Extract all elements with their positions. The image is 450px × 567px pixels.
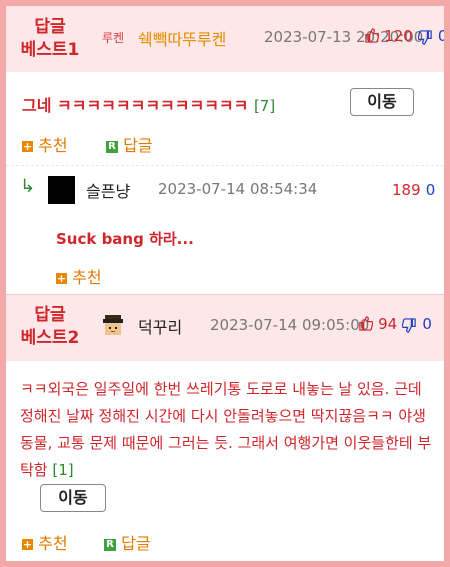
thumbs-down-icon[interactable]	[417, 26, 438, 45]
thumbs-up-icon[interactable]	[358, 314, 378, 333]
reply-button[interactable]: R 답글	[104, 530, 151, 554]
downvote-count: 0	[425, 181, 436, 199]
comment-panel: 답글 베스트1 루켄 쉑빽따뚜루켄 2023-07-13 20:20:00 12…	[0, 0, 450, 567]
move-button[interactable]: 이동	[40, 484, 106, 512]
best2-badge: 답글 베스트2	[20, 305, 80, 348]
best1-badge: 답글 베스트1	[20, 17, 80, 60]
comment-date: 2023-07-14 08:54:34	[158, 180, 318, 198]
reply-count-link[interactable]: [7]	[254, 97, 275, 115]
reply-count-link[interactable]: [1]	[52, 461, 73, 479]
downvote-count: 0	[422, 315, 432, 333]
comment-date: 2023-07-14 09:05:00	[210, 316, 370, 334]
vote-counts: 189 0	[392, 180, 435, 199]
plus-icon: +	[22, 538, 33, 551]
reply-button[interactable]: R 답글	[106, 132, 153, 156]
reply-arrow-icon: ↳	[20, 176, 36, 197]
recommend-button[interactable]: + 추천	[56, 264, 102, 288]
reply-badge-icon: R	[106, 140, 118, 153]
svg-text:루켄: 루켄	[102, 31, 124, 45]
nickname[interactable]: 슬픈냥	[86, 178, 130, 202]
move-button[interactable]: 이동	[350, 88, 414, 116]
thumbs-down-icon[interactable]	[401, 314, 422, 333]
upvote-count: 94	[378, 315, 398, 333]
comment-text: 그네 ㅋㅋㅋㅋㅋㅋㅋㅋㅋㅋㅋㅋㅋ [7]	[22, 96, 276, 115]
plus-icon: +	[56, 272, 67, 285]
divider	[6, 165, 444, 166]
nickname[interactable]: 덕꾸리	[138, 314, 182, 338]
comment-text: Suck bang 하라...	[56, 230, 194, 248]
plus-icon: +	[22, 140, 33, 153]
nickname[interactable]: 쉑빽따뚜루켄	[138, 26, 226, 50]
avatar[interactable]: 루켄	[100, 24, 126, 50]
recommend-button[interactable]: + 추천	[22, 530, 68, 554]
avatar[interactable]	[100, 312, 126, 338]
comment-text: ㅋㅋ외국은 일주일에 한번 쓰레기통 도로로 내놓는 날 있음. 근데 정해진 …	[20, 380, 432, 479]
downvote-count: 0	[437, 27, 448, 45]
vote-counts: 120 0	[364, 26, 448, 45]
reply-badge-icon: R	[104, 538, 116, 551]
vote-counts: 94 0	[358, 314, 432, 333]
upvote-count: 189	[392, 181, 421, 199]
thumbs-up-icon[interactable]	[364, 26, 384, 45]
avatar[interactable]	[48, 176, 75, 204]
recommend-button[interactable]: + 추천	[22, 132, 68, 156]
upvote-count: 120	[384, 27, 413, 45]
